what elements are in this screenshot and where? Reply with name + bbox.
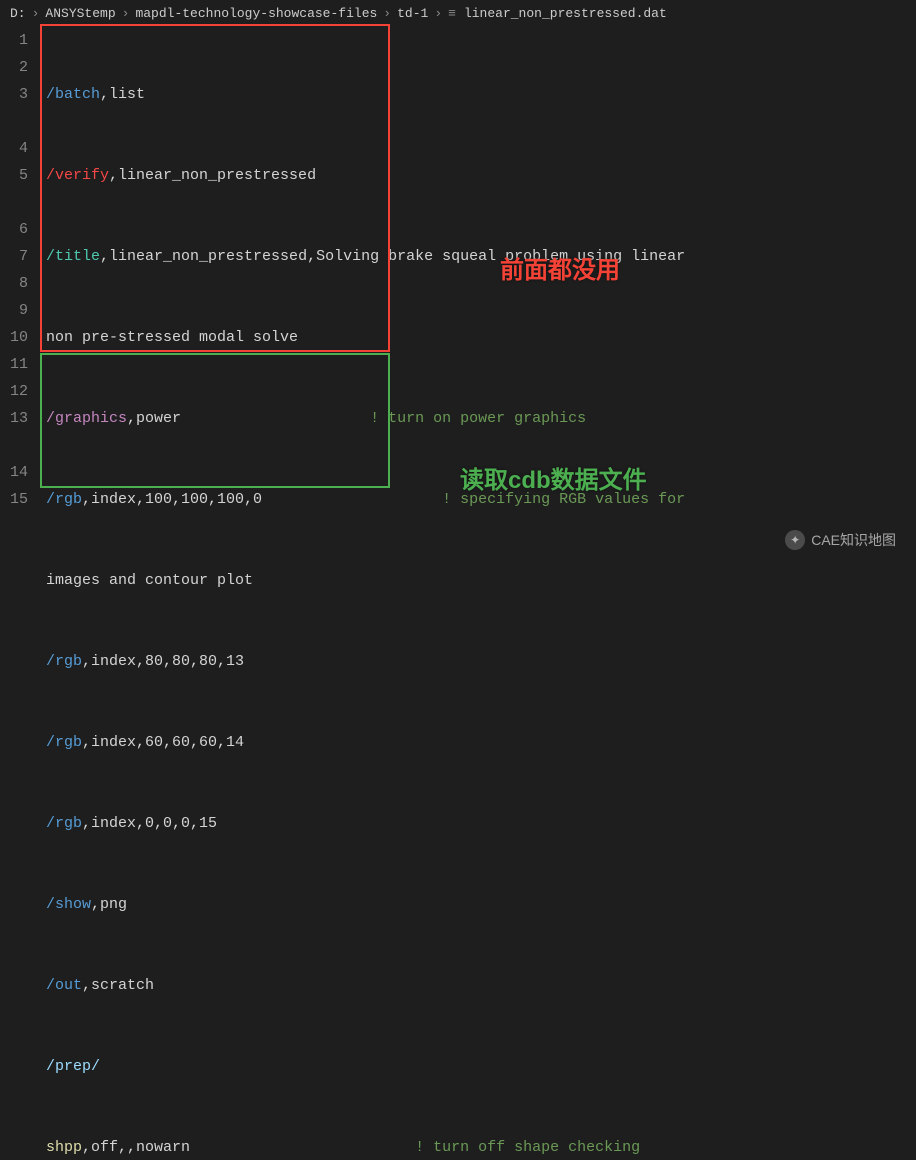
annotation-red-label: 前面都没用 [500,250,620,285]
code-token: ,index,0,0,0,15 [82,815,217,832]
code-token: images and contour plot [46,572,253,589]
code-token: /prep/ [46,1058,100,1075]
line-gutter: 1 2 3 4 5 6 7 8 9 10 11 12 13 14 15 [0,27,46,1160]
line-number: 10 [10,324,28,351]
line-number [10,513,28,540]
breadcrumb-file[interactable]: linear_non_prestressed.dat [464,6,667,21]
code-token: shpp [46,1139,82,1156]
file-icon: ≡ [448,6,456,21]
line-number [10,108,28,135]
line-number: 2 [10,54,28,81]
line-number: 14 [10,459,28,486]
chevron-right-icon: › [383,6,391,21]
code-token: /rgb [46,734,82,751]
code-comment: ! turn on power graphics [370,410,586,427]
breadcrumb: D: › ANSYStemp › mapdl-technology-showca… [0,0,916,27]
line-number: 6 [10,216,28,243]
code-token: /verify [46,167,109,184]
line-number: 12 [10,378,28,405]
breadcrumb-seg[interactable]: td-1 [397,6,428,21]
code-token: /out [46,977,82,994]
code-comment: ! turn off shape checking [415,1139,640,1156]
code-token: ,list [100,86,145,103]
line-number: 8 [10,270,28,297]
annotation-green-label: 读取cdb数据文件 [460,460,647,495]
code-editor[interactable]: 1 2 3 4 5 6 7 8 9 10 11 12 13 14 15 /bat… [0,27,916,1160]
watermark-text: CAE知识地图 [811,530,896,550]
line-number: 4 [10,135,28,162]
line-number: 13 [10,405,28,432]
watermark: ✦ CAE知识地图 [785,530,896,550]
line-number: 1 [10,27,28,54]
line-number: 5 [10,162,28,189]
breadcrumb-seg[interactable]: D: [10,6,26,21]
breadcrumb-seg[interactable]: mapdl-technology-showcase-files [135,6,377,21]
line-number [10,189,28,216]
wechat-icon: ✦ [785,530,805,550]
code-token: ,png [91,896,127,913]
code-token: /graphics [46,410,127,427]
line-number: 9 [10,297,28,324]
line-number: 15 [10,486,28,513]
code-token: /rgb [46,491,82,508]
code-token: /batch [46,86,100,103]
chevron-right-icon: › [122,6,130,21]
code-token: non pre-stressed modal solve [46,329,298,346]
chevron-right-icon: › [32,6,40,21]
code-token: /show [46,896,91,913]
code-token: /rgb [46,653,82,670]
code-token: ,scratch [82,977,154,994]
line-number: 3 [10,81,28,108]
line-number: 7 [10,243,28,270]
code-token: ,off,,nowarn [82,1139,190,1156]
code-token: ,index,80,80,80,13 [82,653,244,670]
line-number [10,432,28,459]
code-token: ,index,60,60,60,14 [82,734,244,751]
line-number [10,540,28,567]
code-content[interactable]: /batch,list /verify,linear_non_prestress… [46,27,916,1160]
code-token: /title [46,248,100,265]
code-token: ,linear_non_prestressed [109,167,316,184]
code-token: ,power [127,410,181,427]
code-token: ,index,100,100,100,0 [82,491,262,508]
code-token: /rgb [46,815,82,832]
line-number: 11 [10,351,28,378]
breadcrumb-seg[interactable]: ANSYStemp [45,6,115,21]
chevron-right-icon: › [434,6,442,21]
